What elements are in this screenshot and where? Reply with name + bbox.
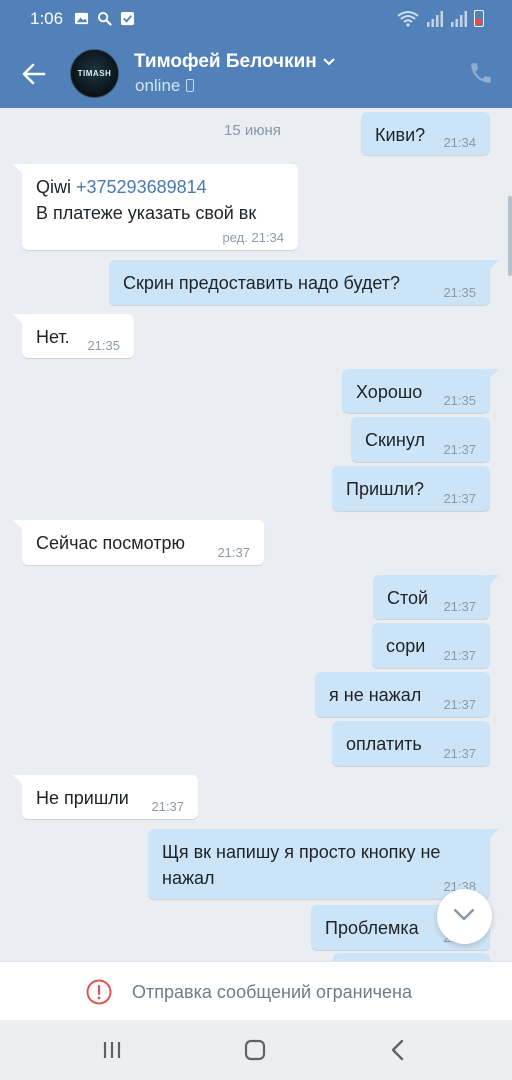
message-bubble[interactable]: Не пришли 21:37	[13, 775, 198, 819]
message-bubble[interactable]: Сейчас посмотрю 21:37	[13, 520, 264, 565]
message-time: 21:37	[151, 799, 184, 814]
mobile-phone-icon	[186, 79, 195, 92]
date-separator: 15 июня	[224, 122, 281, 139]
gallery-icon	[74, 12, 89, 25]
message-time: 21:37	[443, 442, 476, 457]
message-text: Скрин предоставить надо будет?	[123, 273, 401, 293]
message-bubble[interactable]: Qiwi +375293689814 В платеже указать сво…	[13, 164, 298, 250]
back-icon[interactable]	[386, 1038, 412, 1062]
recent-apps-icon[interactable]	[100, 1038, 126, 1062]
message-text: Не пришли	[36, 788, 129, 808]
warning-icon	[86, 979, 112, 1005]
message-bubble[interactable]: сори 21:37	[372, 623, 490, 668]
message-text: Нет.	[36, 327, 70, 347]
message-text: Qiwi	[36, 177, 76, 197]
phone-link[interactable]: +375293689814	[76, 177, 207, 197]
message-bubble[interactable]: Стой 21:37	[373, 575, 499, 619]
search-icon	[97, 11, 112, 26]
scroll-down-button[interactable]	[437, 889, 492, 944]
message-time: 21:37	[443, 648, 476, 663]
battery-icon	[474, 10, 484, 27]
message-bubble[interactable]: Хорошо 21:35	[342, 369, 499, 413]
message-time: 21:35	[443, 393, 476, 408]
chevron-down-icon[interactable]	[323, 58, 335, 66]
status-text: online	[135, 76, 181, 95]
message-bubble[interactable]: я не нажал 21:37	[315, 672, 490, 717]
message-bubble[interactable]: Пришли? 21:37	[332, 466, 490, 511]
message-text: Скинул	[365, 430, 425, 450]
scrollbar[interactable]	[508, 196, 512, 276]
contact-status: online	[135, 76, 195, 96]
home-icon[interactable]	[242, 1038, 268, 1062]
chevron-down-icon	[453, 908, 475, 921]
message-time: 21:37	[443, 746, 476, 761]
message-time: ред. 21:34	[222, 230, 284, 245]
message-text-line-2: В платеже указать свой вк	[36, 203, 257, 224]
message-text: Пришли?	[346, 479, 425, 499]
system-nav-bar	[0, 1020, 512, 1080]
contact-name[interactable]: Тимофей Белочкин	[134, 51, 335, 73]
message-bubble[interactable]: Скинул 21:37	[351, 417, 490, 462]
message-bubble[interactable]: Нет. 21:35	[13, 314, 134, 358]
avatar[interactable]: TIMASH	[70, 49, 119, 98]
message-bubble[interactable]: оплатить 21:37	[332, 721, 490, 766]
message-text: оплатить	[346, 734, 422, 754]
call-icon[interactable]	[468, 60, 494, 86]
status-right-icons	[396, 10, 484, 27]
chat-header: TIMASH Тимофей Белочкин online	[0, 38, 512, 108]
message-time: 21:37	[443, 599, 476, 614]
message-time: 21:35	[87, 338, 120, 353]
message-text-line-2: нажал	[162, 868, 215, 889]
signal-icon-2	[451, 11, 467, 27]
message-text: Сейчас посмотрю	[36, 533, 185, 553]
message-bubble[interactable]: Щя вк напишу я просто кнопку не нажал 21…	[148, 829, 499, 899]
back-arrow-icon[interactable]	[20, 60, 48, 88]
message-time: 21:37	[443, 697, 476, 712]
status-bar: 1:06	[0, 0, 512, 38]
message-bubble[interactable]: Скрин предоставить надо будет? 21:35	[109, 260, 499, 305]
wifi-icon	[397, 11, 419, 27]
message-text: сори	[386, 636, 426, 656]
sending-restricted-bar: Отправка сообщений ограничена	[0, 961, 512, 1020]
message-text: Стой	[387, 588, 429, 608]
message-text: Хорошо	[356, 382, 423, 402]
message-time: 21:35	[443, 285, 476, 300]
message-bubble[interactable]: Киви? 21:34	[361, 112, 490, 155]
status-time: 1:06	[30, 9, 64, 28]
message-time: 21:37	[443, 491, 476, 506]
message-list[interactable]: 15 июня Киви? 21:34 Qiwi +375293689814 В…	[0, 108, 512, 961]
message-text: я не нажал	[329, 685, 422, 705]
message-bubble-partial[interactable]	[333, 953, 490, 961]
contact-name-text: Тимофей Белочкин	[134, 51, 317, 72]
restricted-text: Отправка сообщений ограничена	[132, 982, 412, 1002]
avatar-label: TIMASH	[77, 69, 112, 78]
message-text: Проблемка	[325, 918, 419, 938]
check-square-icon	[120, 11, 135, 26]
message-text: Щя вк напишу я просто кнопку не	[162, 842, 441, 862]
status-left-icons	[74, 11, 135, 26]
message-time: 21:37	[217, 545, 250, 560]
signal-icon	[427, 11, 443, 27]
message-time: 21:34	[443, 135, 476, 150]
message-text: Киви?	[375, 125, 426, 145]
